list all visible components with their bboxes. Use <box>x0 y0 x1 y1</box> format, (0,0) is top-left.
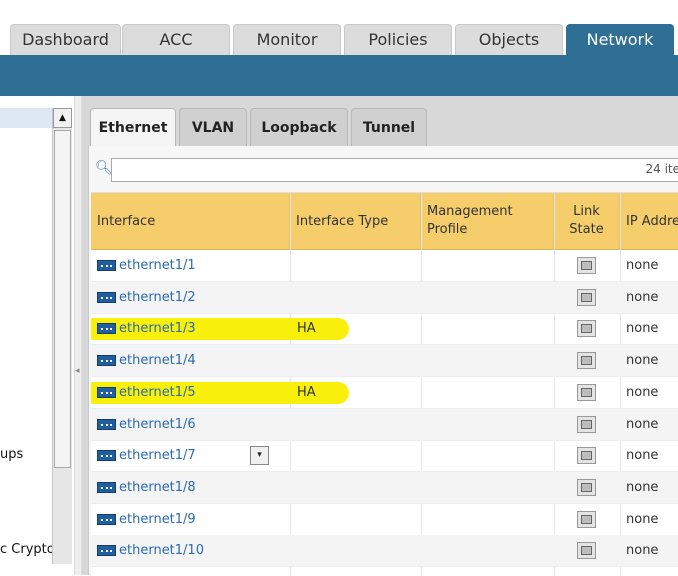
interfaces-table: Interface Interface Type Management Profi… <box>91 192 678 576</box>
left-item-crypto[interactable]: c Crypto <box>0 542 55 557</box>
subtab-tunnel[interactable]: Tunnel <box>351 108 427 146</box>
link-state-icon[interactable] <box>577 352 596 370</box>
interface-link[interactable]: ethernet1/4 <box>119 353 196 368</box>
link-state-icon[interactable] <box>577 288 596 306</box>
interface-cell: ethernet1/7 <box>97 440 196 471</box>
interface-cell: ethernet1/3 <box>97 313 196 344</box>
link-state-icon[interactable] <box>577 320 596 338</box>
table-row[interactable]: ethernet1/7 ▾ none <box>91 440 678 473</box>
left-item-groups[interactable]: ups <box>0 447 23 462</box>
table-row[interactable]: ethernet1/8 none <box>91 471 678 504</box>
ip-address-cell: none <box>626 448 659 464</box>
main-panel: Ethernet VLAN Loopback Tunnel 🔍︎ 24 ite … <box>82 96 678 576</box>
interface-type-cell: HA <box>297 384 316 400</box>
interface-cell: ethernet1/8 <box>97 472 196 503</box>
ethernet-port-icon <box>97 513 116 525</box>
ip-address-cell: none <box>626 321 659 337</box>
link-state-icon[interactable] <box>577 542 596 560</box>
tab-dashboard[interactable]: Dashboard <box>10 24 121 57</box>
ip-address-cell: none <box>626 384 659 400</box>
tab-policies[interactable]: Policies <box>344 24 452 57</box>
col-management-profile[interactable]: Management Profile <box>421 193 554 249</box>
interface-link[interactable]: ethernet1/9 <box>119 512 196 527</box>
interface-cell: ethernet1/2 <box>97 282 196 313</box>
interface-link[interactable]: ethernet1/6 <box>119 417 196 432</box>
interface-link[interactable]: ethernet1/10 <box>119 543 204 558</box>
ethernet-port-icon <box>97 386 116 398</box>
link-state-icon[interactable] <box>577 383 596 401</box>
tab-network[interactable]: Network <box>566 24 674 57</box>
row-menu-dropdown-icon[interactable]: ▾ <box>250 446 269 466</box>
subtab-vlan[interactable]: VLAN <box>179 108 247 146</box>
interface-link[interactable]: ethernet1/3 <box>119 321 196 336</box>
left-selected-item[interactable] <box>0 108 52 128</box>
ip-address-cell: none <box>626 416 659 432</box>
ethernet-port-icon <box>97 355 116 367</box>
ip-address-cell: none <box>626 479 659 495</box>
ethernet-port-icon <box>97 260 116 271</box>
link-state-icon[interactable] <box>577 478 596 496</box>
interface-link[interactable]: ethernet1/2 <box>119 290 196 305</box>
table-row[interactable]: ethernet1/9 none <box>91 504 678 536</box>
table-row[interactable]: ethernet1/2 none <box>91 281 678 314</box>
ethernet-port-icon <box>97 545 116 557</box>
ip-address-cell: none <box>626 258 659 273</box>
interface-link[interactable]: ethernet1/5 <box>119 385 196 400</box>
table-row[interactable]: ethernet1/10 none <box>91 535 678 568</box>
left-scrollbar[interactable]: ▲ <box>52 108 72 564</box>
ip-address-cell: none <box>626 353 659 369</box>
tab-acc[interactable]: ACC <box>122 24 230 57</box>
panel-splitter[interactable]: ◂ <box>74 96 82 575</box>
col-interface-type[interactable]: Interface Type <box>290 193 421 249</box>
link-state-icon[interactable] <box>577 447 596 465</box>
interface-link[interactable]: ethernet1/1 <box>119 258 196 273</box>
table-row[interactable]: ethernet1/3 HA none <box>91 313 678 346</box>
table-row[interactable]: ethernet1/4 none <box>91 345 678 378</box>
search-input[interactable]: 24 ite <box>111 158 678 182</box>
top-nav-bar: Dashboard ACC Monitor Policies Objects N… <box>0 0 678 57</box>
ethernet-port-icon <box>97 481 116 493</box>
tab-monitor[interactable]: Monitor <box>233 24 341 57</box>
ip-address-cell: none <box>626 511 659 527</box>
col-interface[interactable]: Interface <box>91 193 290 249</box>
ethernet-port-icon <box>97 323 116 335</box>
interface-cell: ethernet1/9 <box>97 504 196 535</box>
table-row[interactable]: ethernet1/1 none <box>91 250 678 282</box>
interface-cell: ethernet1/4 <box>97 345 196 376</box>
scroll-thumb[interactable] <box>54 130 71 468</box>
interface-cell: ethernet1/1 <box>97 250 196 281</box>
ethernet-content: 🔍︎ 24 ite Interface Interface Type Manag… <box>88 146 678 576</box>
tab-objects[interactable]: Objects <box>455 24 563 57</box>
left-tree-panel: ups c Crypto ▲ <box>0 96 74 575</box>
interface-cell: ethernet1/5 <box>97 377 196 408</box>
sub-nav-bar <box>0 55 678 96</box>
table-header: Interface Interface Type Management Profi… <box>91 193 678 250</box>
ip-address-cell: none <box>626 543 659 559</box>
link-state-icon[interactable] <box>577 415 596 433</box>
interface-link[interactable]: ethernet1/7 <box>119 448 196 463</box>
item-count: 24 ite <box>645 162 678 176</box>
col-link-state[interactable]: Link State <box>554 193 620 249</box>
table-row[interactable]: ethernet1/5 HA none <box>91 377 678 409</box>
ethernet-port-icon <box>97 291 116 303</box>
interface-type-cell: HA <box>297 321 316 337</box>
link-state-icon[interactable] <box>577 257 596 274</box>
link-state-icon[interactable] <box>577 510 596 528</box>
ethernet-port-icon <box>97 450 116 462</box>
interface-cell: ethernet1/10 <box>97 535 204 566</box>
interface-link[interactable]: ethernet1/8 <box>119 480 196 495</box>
table-row[interactable]: ethernet1/6 none <box>91 408 678 441</box>
scroll-up-icon[interactable]: ▲ <box>53 108 72 128</box>
collapse-arrow-icon[interactable]: ◂ <box>75 366 80 376</box>
ip-address-cell: none <box>626 289 659 305</box>
col-ip-address[interactable]: IP Addre <box>620 193 678 249</box>
subtab-loopback[interactable]: Loopback <box>250 108 348 146</box>
interface-cell: ethernet1/6 <box>97 409 196 440</box>
subtab-ethernet[interactable]: Ethernet <box>90 108 176 146</box>
ethernet-port-icon <box>97 418 116 430</box>
